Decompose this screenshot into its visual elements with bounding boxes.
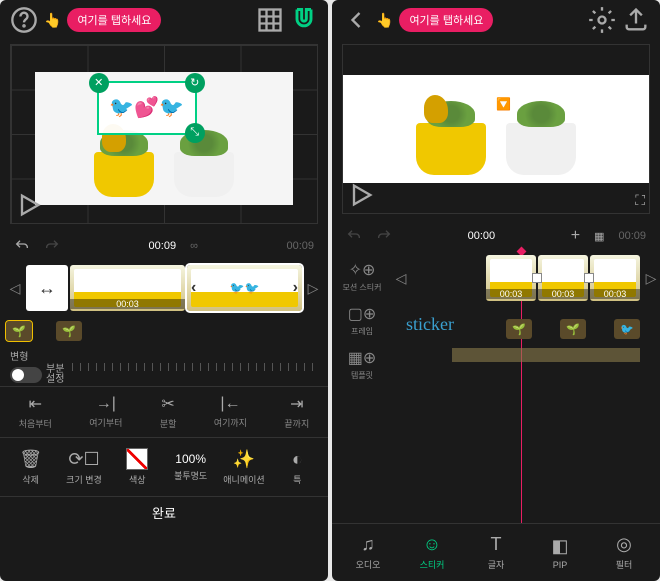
sticker-tab[interactable]: ☺스티커 bbox=[400, 534, 464, 571]
sticker-track: 🌱 🌱 bbox=[0, 316, 328, 346]
media-icon[interactable]: ▦ bbox=[594, 230, 604, 243]
undo-icon[interactable] bbox=[14, 238, 30, 254]
tooltip-text: 여기를 탭하세요 bbox=[409, 12, 483, 28]
clip-strip: ◁ ↔ 00:03 ‹🐦🐦› ▷ bbox=[0, 260, 328, 316]
total-time: 00:09 bbox=[618, 230, 646, 242]
tap-hand-icon: 👆 bbox=[376, 12, 393, 29]
sticker-chip[interactable]: 🐦 bbox=[614, 319, 640, 339]
empty-track[interactable] bbox=[392, 348, 640, 362]
trim-from-start-button[interactable]: ⇤처음부터 bbox=[19, 394, 52, 430]
pot-graphic bbox=[94, 152, 154, 197]
sticker-selection-box[interactable]: 🐦💕🐦 ✕ ↻ ⤡ bbox=[97, 81, 197, 135]
preview-area[interactable]: 🐦💕🐦 ✕ ↻ ⤡ bbox=[10, 44, 318, 224]
trim-toolbar: ⇤처음부터 →|여기부터 ✂분할 |←여기까지 ⇥끝까지 bbox=[0, 386, 328, 438]
ruler[interactable] bbox=[72, 356, 318, 376]
clip-thumbnail[interactable]: 00:03 bbox=[590, 255, 640, 301]
grid-icon[interactable] bbox=[256, 6, 284, 34]
topbar: 👆 여기를 탭하세요 bbox=[0, 0, 328, 40]
partial-toggle[interactable] bbox=[10, 367, 42, 383]
timeline-controls: 00:00 + ▦ 00:09 bbox=[332, 222, 660, 250]
filter-tab[interactable]: ◎필터 bbox=[592, 534, 656, 571]
pot-graphic bbox=[416, 123, 486, 175]
timeline-area: ✧⊕모션 스티커 ▢⊕프레임 ▦⊕템플릿 ◁ 00:03 00:03 00:03… bbox=[332, 250, 660, 523]
timeline-controls: 00:09 ∞ 00:09 bbox=[0, 232, 328, 260]
video-canvas: 🔽 bbox=[343, 75, 649, 183]
tooltip-text: 여기를 탭하세요 bbox=[77, 12, 151, 28]
clip-thumbnail[interactable]: 00:03 bbox=[486, 255, 536, 301]
tutorial-tooltip[interactable]: 여기를 탭하세요 bbox=[399, 8, 493, 32]
motion-sticker-button[interactable]: ✧⊕모션 스티커 bbox=[332, 254, 392, 298]
trim-to-end-button[interactable]: ⇥끝까지 bbox=[284, 394, 309, 430]
redo-icon bbox=[376, 228, 392, 244]
transition-icon[interactable] bbox=[532, 273, 542, 283]
help-icon[interactable] bbox=[10, 6, 38, 34]
delete-button[interactable]: 🗑삭제 bbox=[4, 449, 57, 486]
extra-button[interactable]: ◐특 bbox=[271, 449, 324, 486]
editor-screen-left: 👆 여기를 탭하세요 🐦💕🐦 ✕ ↻ ⤡ bbox=[0, 0, 328, 581]
sticker-track: 🌱 🌱 🐦 bbox=[392, 314, 660, 344]
drag-handle[interactable]: ↔ bbox=[26, 265, 68, 311]
audio-tab[interactable]: ♫오디오 bbox=[336, 534, 400, 571]
trim-right-icon[interactable]: › bbox=[293, 279, 298, 297]
undo-icon bbox=[346, 228, 362, 244]
settings-icon[interactable] bbox=[588, 6, 616, 34]
next-clip-icon[interactable]: ▷ bbox=[642, 270, 660, 287]
loop-icon[interactable]: ∞ bbox=[190, 240, 198, 252]
layer-type-menu: ✧⊕모션 스티커 ▢⊕프레임 ▦⊕템플릿 bbox=[332, 250, 392, 523]
clip-thumbnail-selected[interactable]: ‹🐦🐦› bbox=[187, 265, 302, 311]
export-icon[interactable] bbox=[622, 6, 650, 34]
sticker-chip[interactable]: 🌱 bbox=[506, 319, 532, 339]
transform-controls: 변형 부분 설정 bbox=[0, 346, 328, 386]
add-clip-icon[interactable]: + bbox=[571, 227, 580, 245]
play-icon[interactable] bbox=[15, 191, 43, 219]
preview-area[interactable]: 🔽 ⛶ bbox=[342, 44, 650, 214]
sticker-birds-icon: 🐦💕🐦 bbox=[109, 95, 184, 120]
color-button[interactable]: 색상 bbox=[111, 448, 164, 486]
clip-thumbnail[interactable]: 00:03 bbox=[70, 265, 185, 311]
rotate-handle-icon[interactable]: ↻ bbox=[185, 73, 205, 93]
sticker-chip[interactable]: 🌱 bbox=[56, 321, 82, 341]
play-icon[interactable] bbox=[347, 181, 375, 209]
current-time: 00:09 bbox=[149, 240, 177, 252]
template-button[interactable]: ▦⊕템플릿 bbox=[332, 342, 392, 386]
editor-screen-right: 👆 여기를 탭하세요 🔽 ⛶ 00:00 + bbox=[332, 0, 660, 581]
tap-hand-icon: 👆 bbox=[44, 12, 61, 29]
resize-button[interactable]: ⟳☐크기 변경 bbox=[57, 449, 110, 486]
split-button[interactable]: ✂분할 bbox=[160, 394, 177, 430]
topbar: 👆 여기를 탭하세요 bbox=[332, 0, 660, 40]
sticker-chip[interactable]: 🌱 bbox=[560, 319, 586, 339]
fullscreen-icon[interactable]: ⛶ bbox=[635, 192, 645, 209]
trim-left-icon[interactable]: ‹ bbox=[191, 279, 196, 297]
main-tab-bar: ♫오디오 ☺스티커 T글자 ◧PIP ◎필터 bbox=[332, 523, 660, 581]
prev-clip-icon[interactable]: ◁ bbox=[392, 270, 410, 287]
prev-clip-icon[interactable]: ◁ bbox=[6, 280, 24, 297]
opacity-button[interactable]: 100%불투명도 bbox=[164, 452, 217, 482]
sticker-chip[interactable]: 🌱 bbox=[6, 321, 32, 341]
transition-icon[interactable] bbox=[584, 273, 594, 283]
current-time: 00:00 bbox=[468, 230, 496, 242]
trim-from-here-button[interactable]: →|여기부터 bbox=[89, 395, 122, 429]
clip-thumbnail[interactable]: 00:03 bbox=[538, 255, 588, 301]
clip-strip: ◁ 00:03 00:03 00:03 ▷ bbox=[392, 250, 660, 306]
pot-graphic bbox=[506, 123, 576, 175]
trim-to-here-button[interactable]: |←여기까지 bbox=[214, 395, 247, 429]
redo-icon bbox=[44, 238, 60, 254]
color-swatch-icon bbox=[126, 448, 148, 470]
animation-button[interactable]: ✨애니메이션 bbox=[217, 449, 270, 486]
arrow-sticker-icon: 🔽 bbox=[496, 97, 511, 111]
pot-graphic bbox=[174, 152, 234, 197]
magnet-icon[interactable] bbox=[290, 6, 318, 34]
next-clip-icon[interactable]: ▷ bbox=[304, 280, 322, 297]
frame-button[interactable]: ▢⊕프레임 bbox=[332, 298, 392, 342]
delete-handle-icon[interactable]: ✕ bbox=[89, 73, 109, 93]
tutorial-tooltip[interactable]: 여기를 탭하세요 bbox=[67, 8, 161, 32]
tool-bar: 🗑삭제 ⟳☐크기 변경 색상 100%불투명도 ✨애니메이션 ◐특 bbox=[0, 438, 328, 496]
pip-tab[interactable]: ◧PIP bbox=[528, 536, 592, 570]
transform-label: 변형 bbox=[10, 348, 64, 363]
scale-handle-icon[interactable]: ⤡ bbox=[185, 123, 205, 143]
text-tab[interactable]: T글자 bbox=[464, 534, 528, 571]
back-icon[interactable] bbox=[342, 6, 370, 34]
done-button[interactable]: 완료 bbox=[0, 496, 328, 528]
total-time: 00:09 bbox=[286, 240, 314, 252]
